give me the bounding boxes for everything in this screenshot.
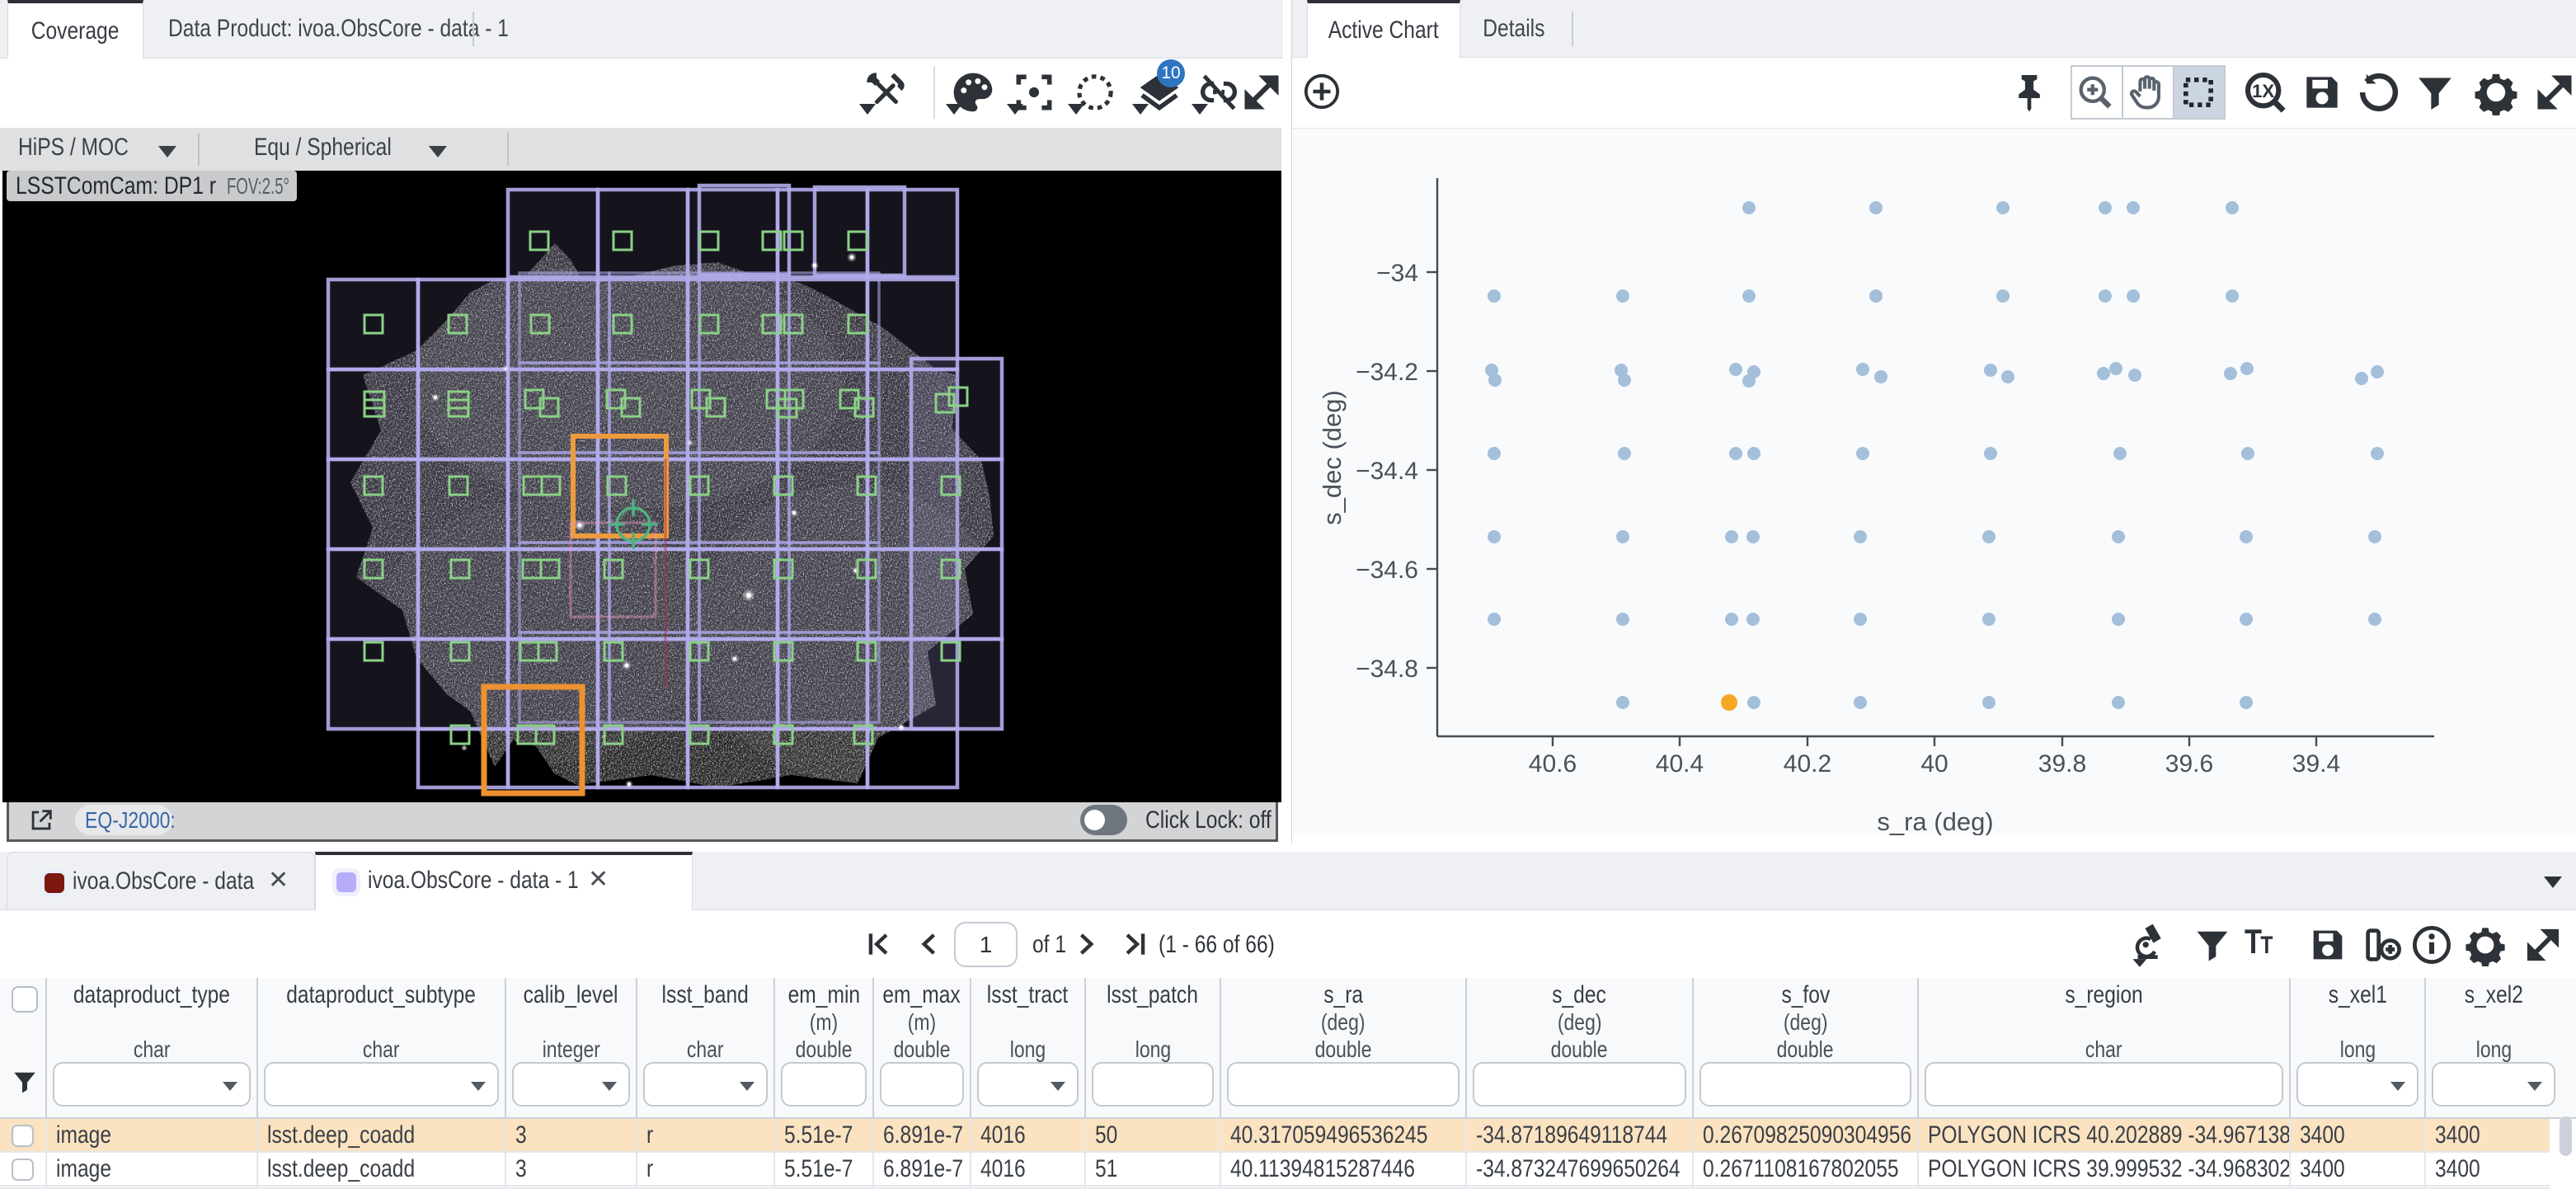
svg-text:39.8: 39.8 xyxy=(2038,750,2086,778)
svg-text:40.2: 40.2 xyxy=(1784,750,1831,778)
svg-text:−34.8: −34.8 xyxy=(1356,656,1418,683)
svg-text:39.6: 39.6 xyxy=(2165,750,2213,778)
svg-text:−34: −34 xyxy=(1376,260,1418,287)
svg-text:40.4: 40.4 xyxy=(1656,750,1704,778)
svg-text:1X: 1X xyxy=(2252,81,2274,101)
svg-text:−34.4: −34.4 xyxy=(1356,458,1418,485)
svg-text:s_dec (deg): s_dec (deg) xyxy=(1318,390,1347,525)
svg-text:s_ra (deg): s_ra (deg) xyxy=(1877,807,1993,835)
svg-text:−34.6: −34.6 xyxy=(1356,557,1418,584)
svg-text:FOV:2.5°: FOV:2.5° xyxy=(227,173,289,199)
svg-text:39.4: 39.4 xyxy=(2292,750,2340,778)
svg-text:40.6: 40.6 xyxy=(1529,750,1577,778)
svg-text:−34.2: −34.2 xyxy=(1356,359,1418,386)
svg-text:40: 40 xyxy=(1920,750,1948,778)
svg-text:LSSTComCam: DP1 r: LSSTComCam: DP1 r xyxy=(16,172,216,200)
